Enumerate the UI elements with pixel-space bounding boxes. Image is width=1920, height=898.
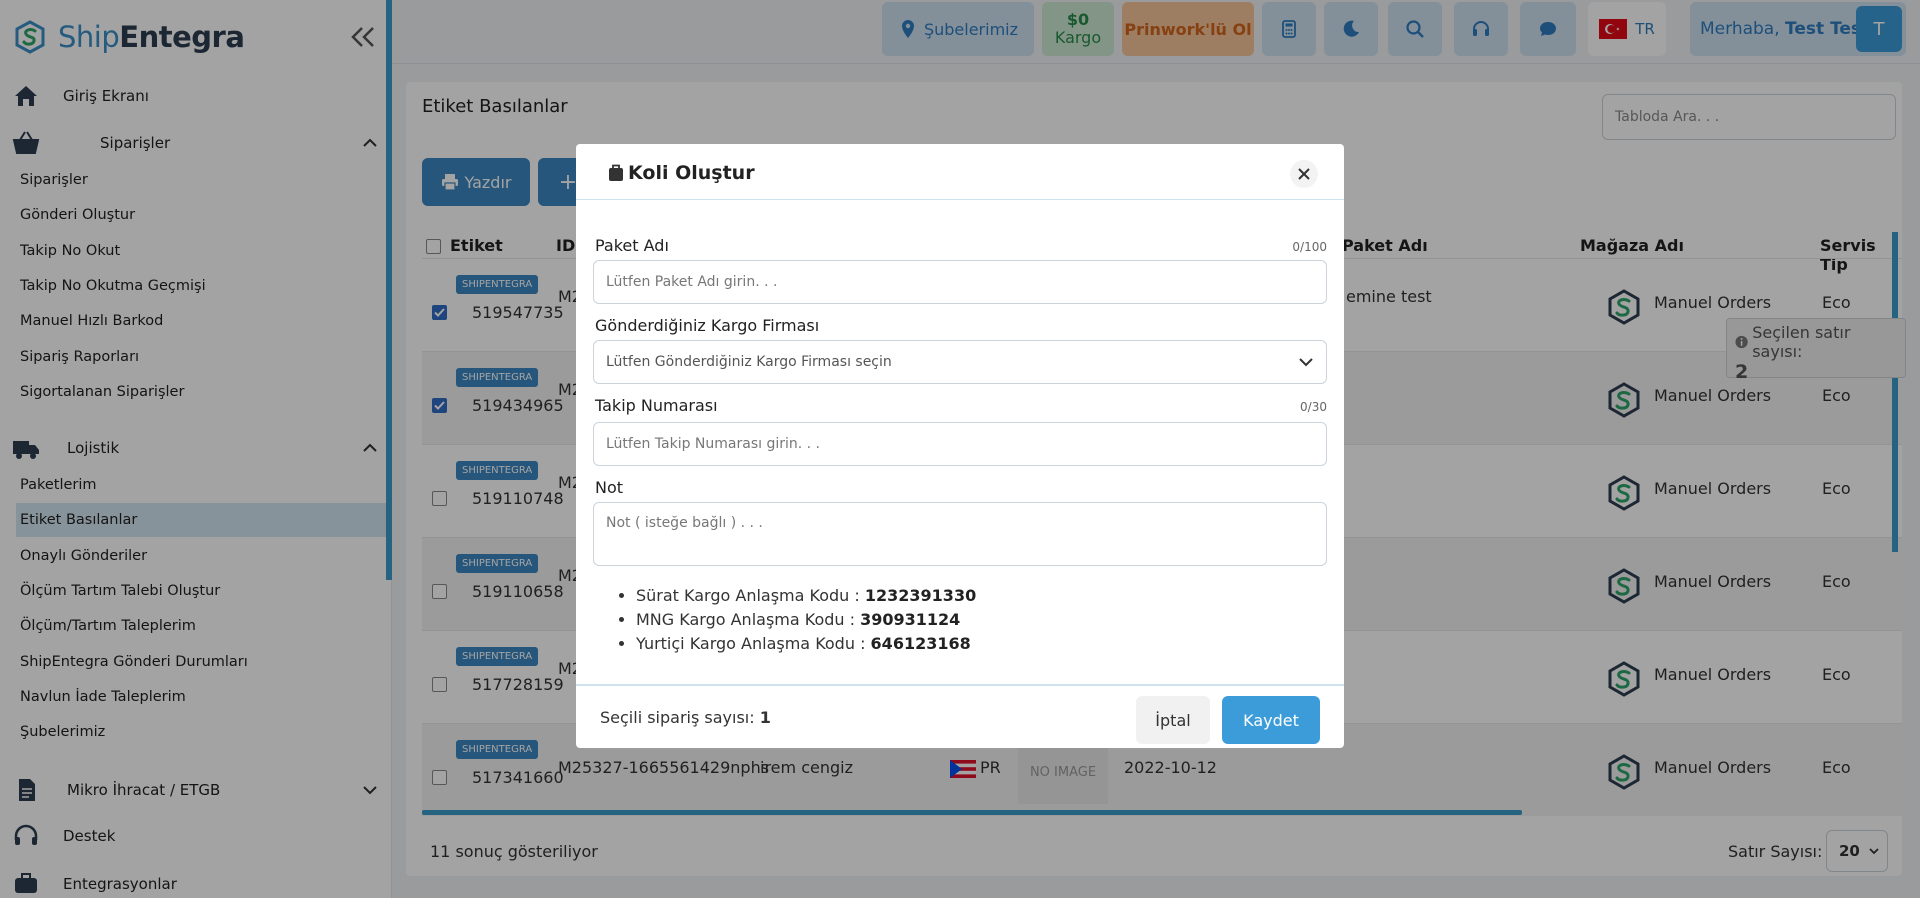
note-textarea[interactable]: Not ( isteğe bağlı ) . . . (593, 502, 1327, 566)
chevron-down-icon (1299, 358, 1313, 367)
list-item: Sürat Kargo Anlaşma Kodu : 1232391330 (636, 584, 976, 608)
list-item: MNG Kargo Anlaşma Kodu : 390931124 (636, 608, 976, 632)
close-icon (1298, 168, 1310, 180)
carrier-select[interactable]: Lütfen Gönderdiğiniz Kargo Firması seçin (593, 340, 1327, 384)
close-button[interactable] (1290, 160, 1318, 188)
selected-orders-count: Seçili sipariş sayısı: 1 (600, 708, 771, 727)
modal-footer: Seçili sipariş sayısı: 1 İptal Kaydet (576, 684, 1344, 748)
note-label: Not (595, 478, 624, 497)
modal-title: Koli Oluştur (608, 162, 755, 184)
cancel-button[interactable]: İptal (1136, 696, 1210, 744)
modal-header: Koli Oluştur (576, 144, 1344, 200)
tracking-number-input[interactable]: Lütfen Takip Numarası girin. . . (593, 422, 1327, 466)
tracking-number-counter: 0/30 (1300, 400, 1327, 414)
list-item: Yurtiçi Kargo Anlaşma Kodu : 646123168 (636, 632, 976, 656)
package-name-label: Paket Adı (595, 236, 669, 255)
package-icon (609, 164, 623, 181)
save-button[interactable]: Kaydet (1222, 696, 1320, 744)
package-name-counter: 0/100 (1292, 240, 1327, 254)
carrier-label: Gönderdiğiniz Kargo Firması (595, 316, 820, 335)
create-package-modal: Koli Oluştur Paket Adı 0/100 Lütfen Pake… (576, 144, 1344, 748)
carrier-agreement-codes: Sürat Kargo Anlaşma Kodu : 1232391330 MN… (636, 584, 976, 656)
tracking-number-label: Takip Numarası (595, 396, 718, 415)
package-name-input[interactable]: Lütfen Paket Adı girin. . . (593, 260, 1327, 304)
